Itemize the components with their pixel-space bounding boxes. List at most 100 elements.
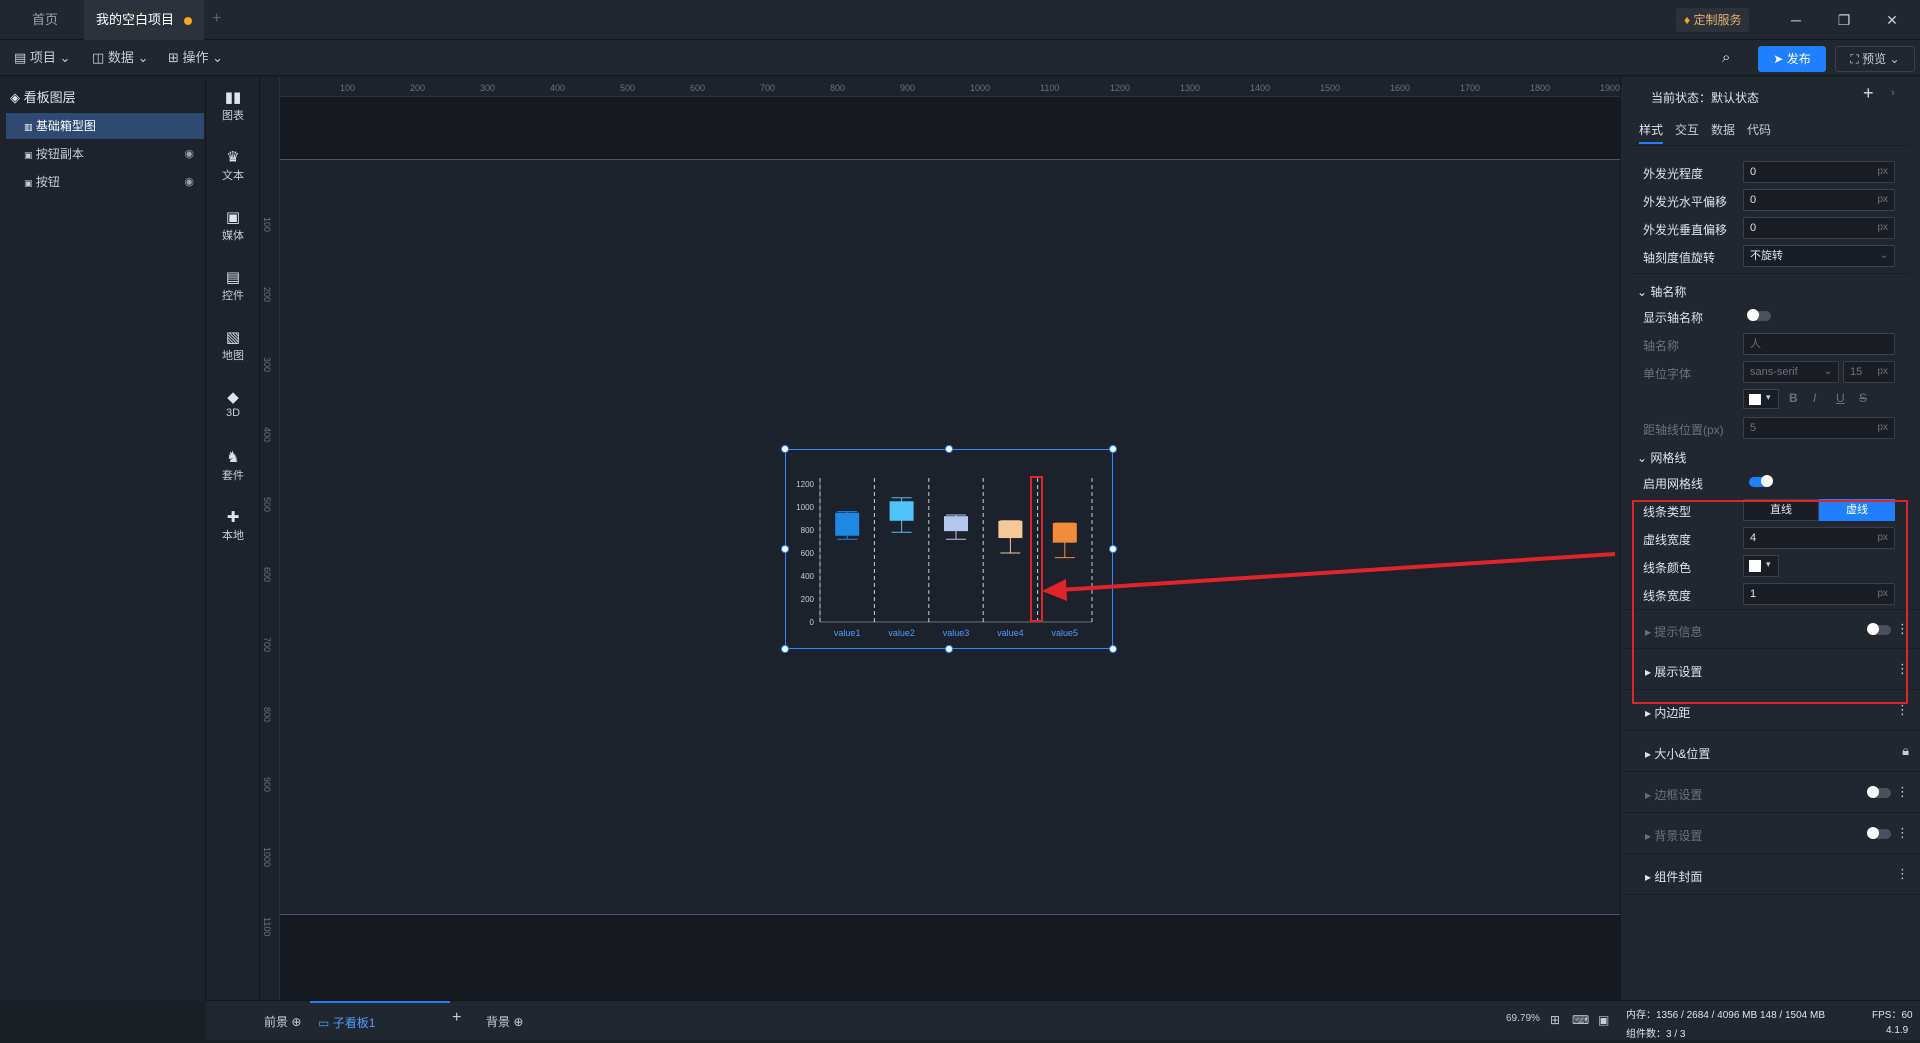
unit-font-size-input[interactable]: 15 px <box>1843 361 1895 383</box>
eye-hidden-icon[interactable]: ◉ <box>184 169 194 195</box>
box-body <box>998 520 1023 539</box>
background-toggle[interactable] <box>1867 827 1891 839</box>
fit-screen-icon[interactable]: ⊞ <box>1550 1013 1560 1027</box>
comp-kit[interactable]: ♞ 套件 <box>206 449 260 483</box>
resize-handle[interactable] <box>1109 445 1117 453</box>
zoom-level[interactable]: 69.79% <box>1506 1013 1540 1024</box>
box-body <box>889 501 914 521</box>
comp-local[interactable]: ✚ 本地 <box>206 509 260 543</box>
tick-rotate-select[interactable]: 不旋转 ⌄ <box>1743 245 1895 267</box>
new-tab-plus-icon[interactable]: + <box>212 10 221 28</box>
layer-item-boxplot[interactable]: ▥ 基础箱型图 <box>6 113 204 139</box>
y-tick-label: 1200 <box>796 480 814 489</box>
preview-label: 预览 <box>1862 52 1887 66</box>
section-border-settings[interactable]: ▸ 边框设置 ⋮ <box>1621 773 1920 813</box>
axis-name-color-picker[interactable]: ▾ <box>1743 389 1779 409</box>
more-icon[interactable]: ⋮ <box>1896 825 1909 841</box>
axis-name-section[interactable]: ⌄ 轴名称 <box>1637 283 1686 300</box>
tab-project[interactable]: 我的空白项目 <box>84 0 205 40</box>
sub-board-tab[interactable]: ▭ 子看板1 <box>310 1001 450 1041</box>
bold-icon[interactable]: B <box>1789 391 1798 405</box>
section-size-position[interactable]: ▸ 大小&位置 🔒︎ <box>1621 732 1920 772</box>
add-circle-icon[interactable]: ⊕ <box>291 1015 301 1029</box>
ruler-left[interactable]: 100 200 300 400 500 600 700 800 900 1000 1100 <box>260 77 280 1000</box>
section-component-cover[interactable]: ▸ 组件封面 ⋮ <box>1621 855 1920 895</box>
layer-item-button[interactable]: ▣ 按钮 ◉ <box>6 169 204 195</box>
glow-h-offset-input[interactable]: 0 px <box>1743 189 1895 211</box>
unit-font-select[interactable]: sans-serif ⌄ <box>1743 361 1839 383</box>
comp-map[interactable]: ▧ 地图 <box>206 329 260 363</box>
axis-name-input[interactable]: 人 <box>1743 333 1895 355</box>
design-canvas[interactable]: 100 200 300 400 500 600 700 800 900 1000 1100 1200 1… <box>260 77 1620 1000</box>
show-axis-name-toggle[interactable] <box>1747 309 1771 321</box>
gridline-section[interactable]: ⌄ 网格线 <box>1637 449 1686 466</box>
minimize-icon[interactable]: ─ <box>1784 8 1808 32</box>
resize-handle[interactable] <box>945 645 953 653</box>
terminal-icon[interactable]: ▣ <box>1598 1013 1609 1027</box>
project-menu[interactable]: ▤ 项目 ⌄ <box>14 48 70 68</box>
publish-button[interactable]: ➤ 发布 <box>1758 46 1826 72</box>
tab-interaction[interactable]: 交互 <box>1675 121 1699 138</box>
section-label-text: 组件封面 <box>1654 870 1703 884</box>
axis-distance-input[interactable]: 5 px <box>1743 417 1895 439</box>
map-icon: ▧ <box>225 329 241 346</box>
resize-handle[interactable] <box>1109 645 1117 653</box>
close-icon[interactable]: ✕ <box>1880 8 1904 32</box>
underline-icon[interactable]: U <box>1836 391 1845 405</box>
preview-button[interactable]: ⛶ 预览 ⌄ <box>1835 46 1915 72</box>
comp-3d[interactable]: ◆ 3D <box>206 389 260 419</box>
search-icon[interactable]: ⌕ <box>1722 49 1730 66</box>
input-value: 0 <box>1750 166 1757 178</box>
custom-service-button[interactable]: ♦ 定制服务 <box>1676 8 1750 32</box>
keyboard-icon[interactable]: ⌨ <box>1572 1013 1589 1027</box>
section-label-text: 边框设置 <box>1654 788 1703 802</box>
tab-code[interactable]: 代码 <box>1747 121 1771 138</box>
operation-menu[interactable]: ⊞ 操作 ⌄ <box>168 48 223 68</box>
strikethrough-icon[interactable]: S <box>1859 391 1867 405</box>
ruler-tick-label: 400 <box>550 83 566 93</box>
more-icon[interactable]: ⋮ <box>1896 702 1909 718</box>
eye-hidden-icon[interactable]: ◉ <box>184 141 194 167</box>
more-icon[interactable]: ⋮ <box>1896 784 1909 800</box>
resize-handle[interactable] <box>781 645 789 653</box>
chevron-right-icon[interactable]: › <box>1891 87 1895 99</box>
ruler-tick-label: 200 <box>410 83 426 93</box>
data-menu-label: 数据 <box>107 50 134 65</box>
comp-control[interactable]: ▤ 控件 <box>206 269 260 303</box>
send-icon: ➤ <box>1773 52 1784 66</box>
layer-item-button-copy[interactable]: ▣ 按钮副本 ◉ <box>6 141 204 167</box>
border-toggle[interactable] <box>1867 786 1891 798</box>
tab-home[interactable]: 首页 <box>20 0 70 40</box>
more-icon[interactable]: ⋮ <box>1896 866 1909 882</box>
ruler-top[interactable]: 100 200 300 400 500 600 700 800 900 1000 1100 1200 1… <box>260 77 1620 97</box>
layers-title: ◈ 看板图层 <box>10 87 76 106</box>
background-tab[interactable]: 背景 ⊕ <box>486 1013 523 1030</box>
enable-gridline-toggle[interactable] <box>1749 475 1773 487</box>
resize-handle[interactable] <box>781 545 789 553</box>
add-state-icon[interactable]: + <box>1863 83 1874 104</box>
comp-label: 3D <box>225 407 241 419</box>
add-circle-icon[interactable]: ⊕ <box>513 1015 523 1029</box>
tab-data[interactable]: 数据 <box>1711 121 1735 138</box>
fps-status: FPS：60 <box>1872 1010 1913 1021</box>
lock-icon[interactable]: 🔒︎ <box>1902 743 1909 759</box>
cube-icon: ◆ <box>227 389 239 406</box>
section-background-settings[interactable]: ▸ 背景设置 ⋮ <box>1621 814 1920 854</box>
italic-icon[interactable]: I <box>1813 391 1816 405</box>
resize-handle[interactable] <box>945 445 953 453</box>
unit-font-label: 单位字体 <box>1643 367 1692 381</box>
comp-text[interactable]: ♛ 文本 <box>206 149 260 183</box>
comp-chart[interactable]: ▮▮ 图表 <box>206 89 260 123</box>
glow-degree-input[interactable]: 0 px <box>1743 161 1895 183</box>
glow-h-offset-label: 外发光水平偏移 <box>1643 195 1728 209</box>
tab-style[interactable]: 样式 <box>1639 121 1664 144</box>
add-board-icon[interactable]: + <box>452 1009 461 1027</box>
fullscreen-icon: ⛶ <box>1850 52 1859 66</box>
resize-handle[interactable] <box>781 445 789 453</box>
glow-v-offset-input[interactable]: 0 px <box>1743 217 1895 239</box>
restore-icon[interactable]: ❐ <box>1832 8 1856 32</box>
data-menu[interactable]: ◫ 数据 ⌄ <box>92 48 148 68</box>
version: 4.1.9 <box>1886 1025 1909 1036</box>
foreground-tab[interactable]: 前景 ⊕ <box>264 1013 301 1030</box>
comp-media[interactable]: ▣ 媒体 <box>206 209 260 243</box>
